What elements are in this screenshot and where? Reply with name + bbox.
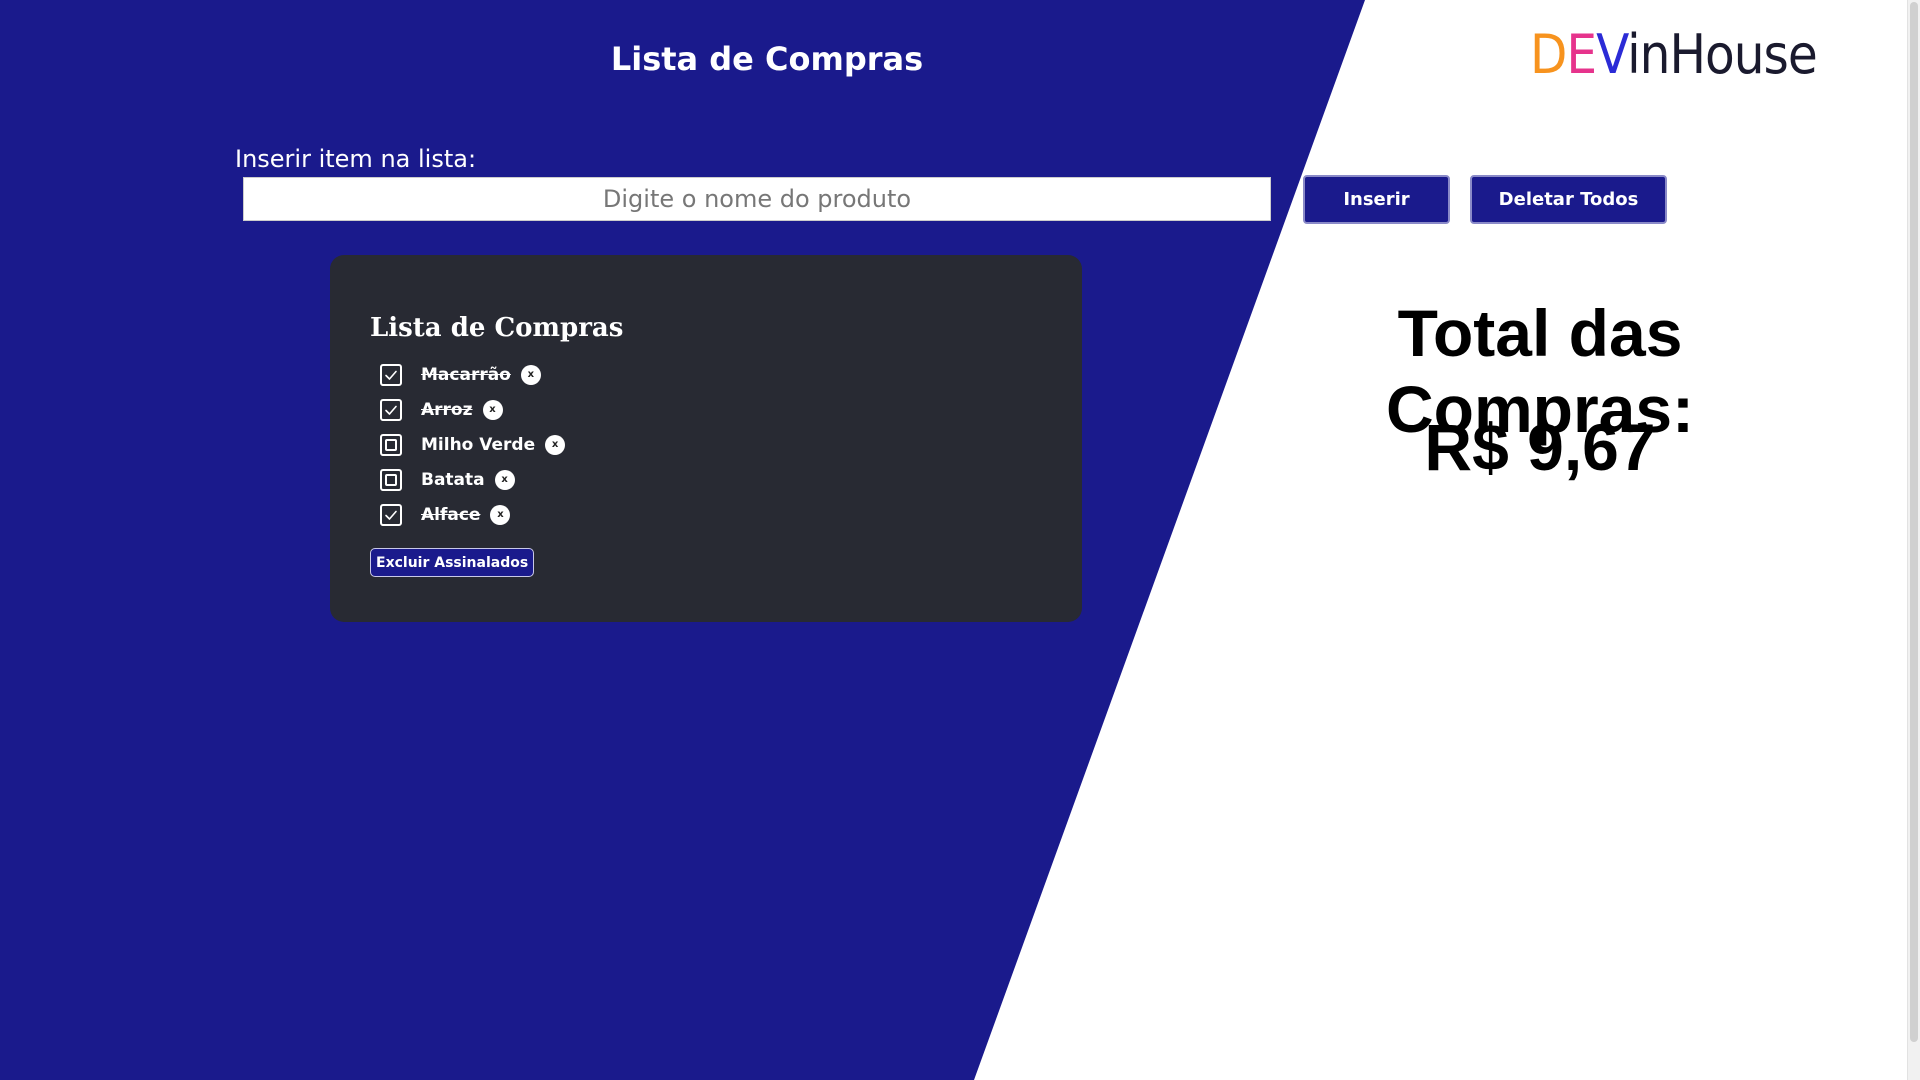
delete-checked-button[interactable]: Excluir Assinalados	[370, 548, 535, 577]
list-item: Arroz x	[370, 392, 1042, 427]
scrollbar-thumb[interactable]	[1910, 2, 1918, 1042]
checkmark-icon	[385, 405, 397, 415]
insert-item-label: Inserir item na lista:	[235, 145, 477, 173]
checkbox-checked[interactable]	[380, 398, 402, 421]
devinhouse-logo: DEVinHouse	[1530, 28, 1818, 82]
page: Lista de Compras DEVinHouse Inserir item…	[0, 0, 1920, 1080]
item-name: Milho Verde	[421, 434, 536, 455]
list-item: Macarrão x	[370, 357, 1042, 392]
list-item: Milho Verde x	[370, 427, 1042, 462]
checkmark-icon	[385, 370, 397, 380]
list-item: Alface x	[370, 497, 1042, 532]
remove-item-icon[interactable]: x	[494, 469, 515, 490]
delete-all-button[interactable]: Deletar Todos	[1470, 175, 1667, 224]
shopping-list-title: Lista de Compras	[370, 313, 624, 343]
vertical-scrollbar[interactable]	[1907, 0, 1920, 1080]
checkbox-checked[interactable]	[380, 503, 402, 526]
item-name: Batata	[421, 469, 485, 490]
checkbox-inner-square	[385, 438, 397, 451]
item-name: Macarrão	[421, 364, 511, 385]
shopping-list-card: Lista de Compras Macarrão x Arroz x Milho Ve…	[330, 255, 1082, 622]
page-title: Lista de Compras	[610, 40, 924, 78]
checkbox-checked[interactable]	[380, 363, 402, 386]
list-item: Batata x	[370, 462, 1042, 497]
logo-letter-v: V	[1596, 23, 1628, 86]
checkbox-inner-square	[385, 473, 397, 486]
product-name-input[interactable]	[243, 177, 1271, 221]
remove-item-icon[interactable]: x	[482, 399, 503, 420]
remove-item-icon[interactable]: x	[545, 434, 566, 455]
checkbox-unchecked[interactable]	[380, 433, 402, 456]
insert-button[interactable]: Inserir	[1303, 175, 1450, 224]
remove-item-icon[interactable]: x	[490, 504, 511, 525]
logo-letter-e: E	[1566, 23, 1597, 86]
item-name: Alface	[421, 504, 481, 525]
checkbox-unchecked[interactable]	[380, 468, 402, 491]
logo-letter-d: D	[1530, 23, 1567, 86]
remove-item-icon[interactable]: x	[520, 364, 541, 385]
shopping-list: Macarrão x Arroz x Milho Verde x Batata x Alface…	[370, 357, 1042, 532]
item-name: Arroz	[421, 399, 473, 420]
total-value: R$ 9,67	[1424, 410, 1656, 484]
checkmark-icon	[385, 510, 397, 520]
logo-text-inhouse: inHouse	[1627, 23, 1818, 86]
